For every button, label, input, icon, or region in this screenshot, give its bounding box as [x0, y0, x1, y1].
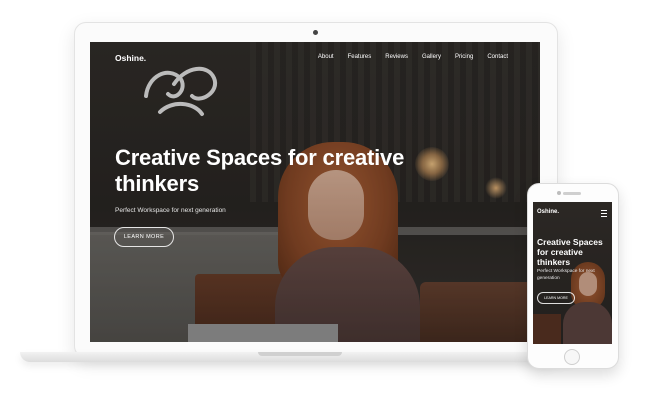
nav-contact[interactable]: Contact — [487, 54, 508, 60]
mobile-learn-more-button[interactable]: LEARN MORE — [537, 292, 575, 304]
laptop-notch — [258, 352, 342, 356]
hamburger-icon[interactable] — [601, 210, 607, 217]
learn-more-button[interactable]: LEARN MORE — [114, 227, 174, 247]
site-logo[interactable]: Oshine. — [115, 53, 146, 63]
laptop-screen: Oshine. About Features Reviews Gallery P… — [90, 42, 540, 342]
nav-features[interactable]: Features — [348, 54, 372, 60]
phone-screen: Oshine. Creative Spaces for creative thi… — [533, 202, 612, 344]
mobile-hero-title: Creative Spaces for creative thinkers — [537, 237, 603, 267]
phone-camera-icon — [557, 191, 561, 195]
nav-pricing[interactable]: Pricing — [455, 54, 473, 60]
phone-home-button — [564, 349, 580, 365]
phone-speaker — [563, 192, 581, 195]
hero-subtitle: Perfect Workspace for next generation — [115, 207, 226, 214]
hero-title: Creative Spaces for creative thinkers — [115, 145, 405, 196]
mobile-site-logo[interactable]: Oshine. — [537, 209, 559, 215]
nav-gallery[interactable]: Gallery — [422, 54, 441, 60]
nav-reviews[interactable]: Reviews — [385, 54, 408, 60]
laptop-camera-icon — [313, 30, 318, 35]
mobile-hero-subtitle: Perfect Workspace for next generation — [537, 269, 595, 281]
main-nav: About Features Reviews Gallery Pricing C… — [318, 54, 508, 60]
nav-about[interactable]: About — [318, 54, 334, 60]
